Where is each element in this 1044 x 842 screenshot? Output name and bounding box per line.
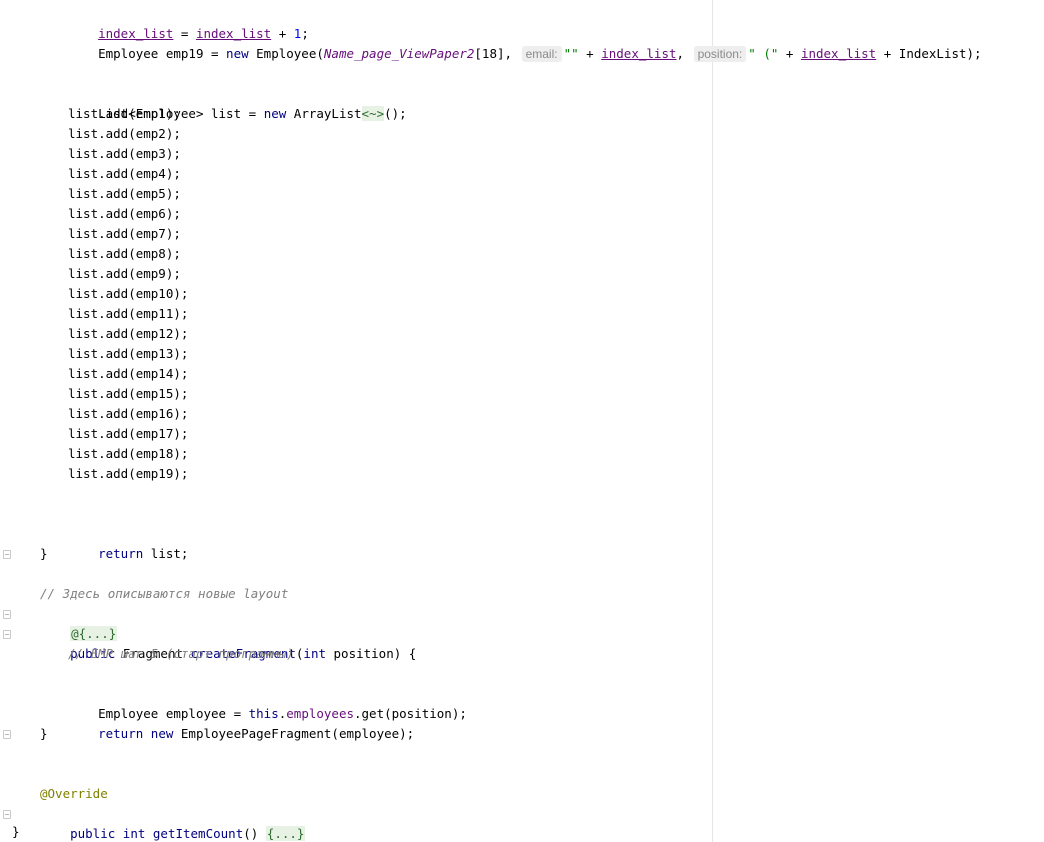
folded-diamond[interactable]: <~>	[361, 106, 385, 121]
code-line-list-add[interactable]: list.add(emp5);	[68, 184, 181, 204]
code-line-list-add[interactable]: list.add(emp10);	[68, 284, 188, 304]
code-comment[interactable]: // EMP шаг 5 (старт программы)	[68, 644, 294, 664]
keyword-new: new	[226, 46, 249, 61]
code-line-list-add[interactable]: list.add(emp8);	[68, 244, 181, 264]
code-line-list-add[interactable]: list.add(emp17);	[68, 424, 188, 444]
code-line-emp19[interactable]: Employee emp19 = new Employee(Name_page_…	[68, 24, 982, 62]
keyword-int: int	[122, 826, 146, 841]
folded-region[interactable]: {...}	[265, 826, 306, 841]
code-token: ()	[243, 826, 266, 841]
code-line-get-item-count[interactable]: public int getItemCount() {...}	[40, 804, 306, 841]
keyword-new: new	[150, 726, 174, 741]
code-line-list-add[interactable]: list.add(emp6);	[68, 204, 181, 224]
code-line-close-brace[interactable]: }	[40, 544, 48, 564]
code-token: position) {	[326, 646, 417, 661]
code-token: + IndexList);	[876, 46, 982, 61]
code-token: Employee emp19 =	[98, 46, 227, 61]
fold-marker-icon[interactable]	[3, 550, 11, 559]
fold-marker-icon[interactable]	[3, 730, 11, 739]
fold-marker-icon[interactable]	[3, 610, 11, 619]
index-list-var: index_list	[601, 46, 677, 61]
code-line-list-add[interactable]: list.add(emp13);	[68, 344, 188, 364]
keyword-return: return	[98, 726, 144, 741]
code-line-class-close[interactable]: }	[12, 822, 20, 842]
code-line-list-add[interactable]: list.add(emp7);	[68, 224, 181, 244]
code-line-index-increment[interactable]: index_list = index_list + 1;	[68, 4, 309, 41]
code-token: +	[778, 46, 801, 61]
code-line-list-add[interactable]: list.add(emp19);	[68, 464, 188, 484]
parameter-hint-email: email:	[521, 46, 562, 62]
code-token: ();	[384, 106, 407, 121]
code-token: EmployeePageFragment(employee);	[173, 726, 415, 741]
parameter-hint-position: position:	[693, 46, 747, 62]
code-line-create-fragment[interactable]: public Fragment createFragment(int posit…	[40, 624, 416, 661]
code-comment[interactable]: // Здесь описываются новые layout	[40, 584, 288, 604]
code-line-list-add[interactable]: list.add(emp14);	[68, 364, 188, 384]
code-line-list-add[interactable]: list.add(emp11);	[68, 304, 188, 324]
code-token: list;	[143, 546, 189, 561]
right-margin-guide	[712, 0, 713, 842]
code-token: +	[578, 46, 602, 61]
code-line-list-add[interactable]: list.add(emp16);	[68, 404, 188, 424]
code-line-list-add[interactable]: list.add(emp18);	[68, 444, 188, 464]
fold-marker-icon[interactable]	[3, 630, 11, 639]
code-line-list-add[interactable]: list.add(emp15);	[68, 384, 188, 404]
code-line-folded-annotation[interactable]: @{...}	[40, 604, 118, 641]
keyword-int: int	[303, 646, 326, 661]
index-list-var: index_list	[800, 46, 877, 61]
string-literal: " ("	[748, 46, 779, 61]
code-token: ,	[504, 46, 520, 61]
keyword-public: public	[70, 826, 116, 841]
code-line-close-brace[interactable]: }	[40, 724, 48, 744]
code-line-return-list[interactable]: return list;	[68, 524, 188, 561]
code-line-list-add[interactable]: list.add(emp2);	[68, 124, 181, 144]
code-line-list-add[interactable]: list.add(emp9);	[68, 264, 181, 284]
fold-marker-icon[interactable]	[3, 810, 11, 819]
static-field: Name_page_ViewPaper2	[323, 46, 475, 61]
method-name: getItemCount	[152, 826, 244, 841]
code-editor[interactable]: index_list = index_list + 1; Employee em…	[0, 0, 1044, 842]
code-line-list-declaration[interactable]: List<Employee> list = new ArrayList<~>()…	[68, 84, 407, 121]
code-annotation-override[interactable]: @Override	[40, 784, 108, 804]
keyword-new: new	[263, 106, 287, 121]
code-line-list-add[interactable]: list.add(emp4);	[68, 164, 181, 184]
code-token: ArrayList	[286, 106, 362, 121]
code-line-list-add[interactable]: list.add(emp12);	[68, 324, 188, 344]
code-line-return-new[interactable]: return new EmployeePageFragment(employee…	[68, 704, 414, 741]
keyword-return: return	[98, 546, 144, 561]
string-literal: ""	[563, 46, 579, 61]
editor-gutter	[0, 0, 14, 842]
code-line-employee-get[interactable]: Employee employee = this.employees.get(p…	[68, 684, 467, 721]
code-line-list-add[interactable]: list.add(emp1);	[68, 104, 181, 124]
code-line-list-add[interactable]: list.add(emp3);	[68, 144, 181, 164]
code-token: ,	[676, 46, 692, 61]
code-token: Employee(	[248, 46, 324, 61]
code-token: [18]	[474, 46, 505, 61]
